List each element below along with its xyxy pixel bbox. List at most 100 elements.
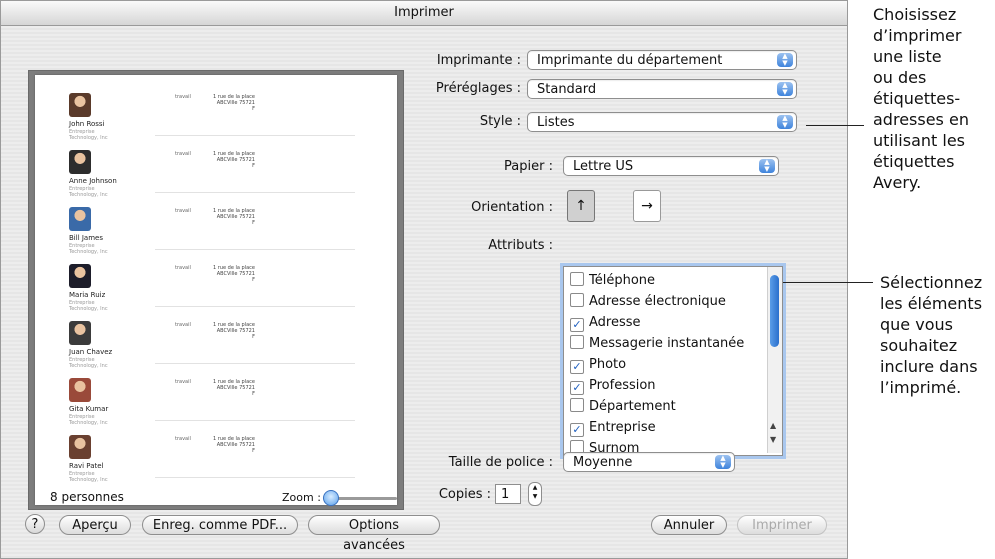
attribute-label: Entreprise — [589, 420, 656, 435]
contact-photo-icon — [69, 264, 91, 288]
attribute-item[interactable]: Adresse électronique — [570, 291, 726, 312]
orientation-label: Orientation : — [471, 200, 553, 215]
contact-company: Entreprise Technology, Inc — [69, 414, 108, 426]
copies-stepper[interactable]: ▲ ▼ — [528, 482, 542, 506]
preview-entry: John Rossi Entreprise Technology, Inc trava… — [35, 87, 397, 143]
presets-popup[interactable]: Standard ▲ ▼ — [527, 79, 797, 99]
checkbox[interactable] — [570, 335, 584, 349]
printer-popup[interactable]: Imprimante du département ▲ ▼ — [527, 50, 797, 70]
entry-divider — [155, 420, 355, 421]
address-label: travail — [175, 265, 191, 271]
attribute-label: Profession — [589, 378, 656, 393]
font-size-popup[interactable]: Moyenne ▲ ▼ — [563, 452, 735, 472]
attribute-item[interactable]: Département — [570, 396, 676, 417]
checkbox[interactable] — [570, 293, 584, 307]
attributes-list[interactable]: ▲ ▼ Téléphone Adresse électronique ✓ Adress… — [563, 266, 783, 456]
contact-count: 8 personnes — [50, 490, 124, 504]
callout-line: Avery. — [873, 173, 922, 192]
callout-line: les éléments — [880, 294, 983, 313]
callout-line: que vous — [880, 315, 953, 334]
address-label: travail — [175, 208, 191, 214]
contact-address: 1 rue de la place ABCVille 75721 F — [213, 265, 255, 283]
checkbox[interactable]: ✓ — [570, 360, 584, 374]
callout-line: Choisissez — [873, 5, 957, 24]
attribute-item[interactable]: ✓ Photo — [570, 354, 626, 375]
style-label: Style : — [479, 114, 521, 129]
contact-name: Maria Ruiz — [69, 291, 106, 299]
address-label: travail — [175, 94, 191, 100]
preview-entry: Gita Kumar Entreprise Technology, Inc trava… — [35, 372, 397, 428]
callout-line: souhaitez — [880, 336, 958, 355]
checkbox[interactable]: ✓ — [570, 318, 584, 332]
contact-address: 1 rue de la place ABCVille 75721 F — [213, 94, 255, 112]
address-label: travail — [175, 436, 191, 442]
preview-button[interactable]: Aperçu — [59, 515, 131, 535]
attribute-item[interactable]: Téléphone — [570, 270, 655, 291]
save-as-pdf-button[interactable]: Enreg. comme PDF... — [142, 515, 298, 535]
callout-line-style — [806, 125, 864, 126]
print-button[interactable]: Imprimer — [737, 515, 827, 535]
attributes-label: Attributs : — [488, 238, 553, 253]
zoom-label: Zoom : — [282, 491, 321, 504]
attribute-label: Messagerie instantanée — [589, 336, 745, 351]
checkbox[interactable] — [570, 272, 584, 286]
entry-divider — [155, 363, 355, 364]
contact-photo-icon — [69, 150, 91, 174]
scroll-up-icon[interactable]: ▲ — [770, 421, 776, 430]
contact-name: John Rossi — [69, 120, 105, 128]
zoom-slider-knob[interactable] — [323, 490, 339, 506]
font-size-label: Taille de police : — [448, 455, 553, 470]
contact-photo-icon — [69, 321, 91, 345]
contact-address: 1 rue de la place ABCVille 75721 F — [213, 322, 255, 340]
callout-line: une liste — [873, 47, 942, 66]
style-value: Listes — [537, 115, 575, 130]
advanced-options-button[interactable]: Options avancées — [308, 515, 440, 553]
preview-entry: Anne Johnson Entreprise Technology, Inc tra… — [35, 144, 397, 200]
callout-line: Sélectionnez — [880, 273, 983, 292]
contact-name: Bill James — [69, 234, 103, 242]
portrait-orientation-icon[interactable]: ↑ — [567, 190, 595, 222]
preview-entry: Ravi Patel Entreprise Technology, Inc trava… — [35, 429, 397, 485]
copies-label: Copies : — [438, 487, 491, 502]
help-button[interactable]: ? — [25, 514, 45, 534]
attributes-scrollbar[interactable]: ▲ ▼ — [767, 267, 782, 453]
callout-style: Choisissez d’imprimer une liste ou des étiqu… — [873, 4, 969, 193]
scroll-down-icon[interactable]: ▼ — [770, 435, 776, 444]
callout-line: étiquettes- — [873, 89, 961, 108]
dialog-title: Imprimer — [1, 1, 847, 26]
checkbox[interactable]: ✓ — [570, 381, 584, 395]
contact-company: Entreprise Technology, Inc — [69, 186, 108, 198]
callout-line: l’imprimé. — [880, 378, 962, 397]
attribute-item[interactable]: ✓ Adresse — [570, 312, 641, 333]
contact-photo-icon — [69, 378, 91, 402]
checkbox[interactable] — [570, 398, 584, 412]
contact-company: Entreprise Technology, Inc — [69, 300, 108, 312]
checkbox[interactable]: ✓ — [570, 423, 584, 437]
address-label: travail — [175, 379, 191, 385]
paper-value: Lettre US — [573, 159, 634, 174]
contact-name: Gita Kumar — [69, 405, 109, 413]
landscape-orientation-icon[interactable]: → — [633, 190, 661, 222]
callout-line: étiquettes — [873, 152, 955, 171]
style-popup[interactable]: Listes ▲ ▼ — [527, 112, 797, 132]
attribute-label: Photo — [589, 357, 627, 372]
contact-photo-icon — [69, 207, 91, 231]
contact-address: 1 rue de la place ABCVille 75721 F — [213, 208, 255, 226]
popup-arrows-icon: ▲ ▼ — [777, 53, 793, 67]
callout-line: utilisant les — [873, 131, 966, 150]
attribute-item[interactable]: ✓ Entreprise — [570, 417, 656, 438]
popup-arrows-icon: ▲ ▼ — [777, 82, 793, 96]
print-dialog: Imprimer John Rossi Entreprise Technology,… — [0, 0, 848, 559]
copies-field[interactable]: 1 — [495, 484, 521, 504]
paper-popup[interactable]: Lettre US ▲ ▼ — [563, 156, 779, 176]
attribute-item[interactable]: Messagerie instantanée — [570, 333, 744, 354]
attribute-item[interactable]: ✓ Profession — [570, 375, 656, 396]
entry-divider — [155, 249, 355, 250]
contact-company: Entreprise Technology, Inc — [69, 471, 108, 483]
printer-label: Imprimante : — [436, 53, 521, 68]
callout-line: inclure dans — [880, 357, 978, 376]
popup-arrows-icon: ▲ ▼ — [777, 115, 793, 129]
scrollbar-thumb[interactable] — [770, 275, 779, 347]
cancel-button[interactable]: Annuler — [651, 515, 727, 535]
entry-divider — [155, 477, 355, 478]
